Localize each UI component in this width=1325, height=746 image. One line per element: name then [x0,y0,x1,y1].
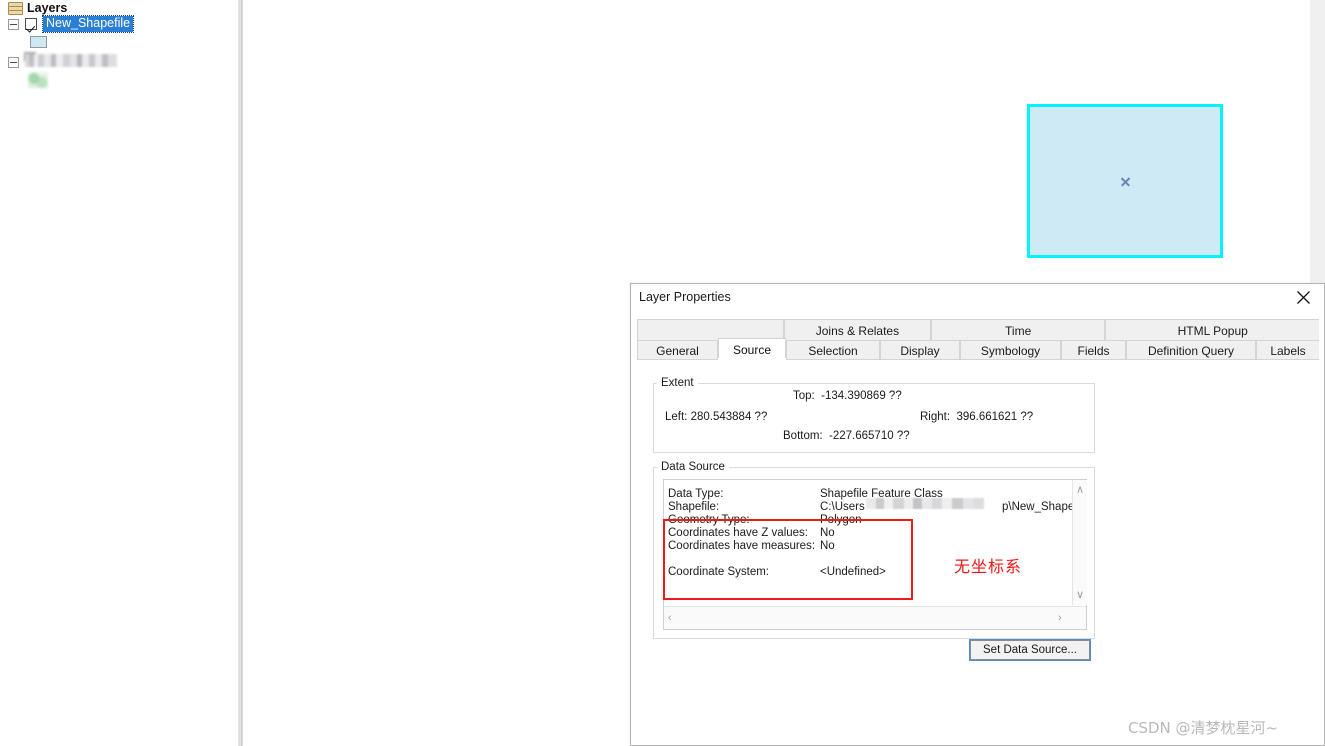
extent-right-label: Right: [920,411,951,423]
table-of-contents-panel[interactable]: Layers New_Shapefile [0,0,238,746]
row-value-path-tail: p\New_Shapefile.shp [1002,501,1072,513]
x-marker-icon [1120,176,1131,187]
data-source-horizontal-scrollbar[interactable]: ‹ › [664,606,1086,629]
tab-symbology[interactable]: Symbology [960,340,1061,360]
annotation-highlight-box [663,519,913,600]
scroll-up-icon[interactable]: ∧ [1076,485,1084,496]
layers-stack-icon [8,2,23,15]
layer-visibility-checkbox[interactable] [25,18,37,30]
annotation-text: 无坐标系 [954,557,1023,576]
active-tab-connector [718,358,786,361]
tab-time[interactable]: Time [930,319,1106,341]
tab-label: Fields [1077,343,1110,358]
extent-left-label: Left: [665,411,688,423]
extent-bottom: Bottom: -227.665710 ?? [783,430,910,442]
row-key: Shapefile: [668,501,720,513]
extent-top-label: Top: [793,390,815,402]
extent-left-value: 280.543884 ?? [690,411,768,423]
toc-root-label: Layers [27,1,68,15]
layer-symbol-swatch[interactable] [30,36,47,48]
tab-definition-query[interactable]: Definition Query [1126,340,1256,360]
scroll-down-icon[interactable]: ∨ [1076,590,1084,601]
extent-right: Right: 396.661621 ?? [920,411,1033,423]
close-icon[interactable] [1282,284,1324,311]
extent-top: Top: -134.390869 ?? [793,390,902,402]
tab-label: Symbology [980,343,1041,358]
tab-joins-and-relates[interactable]: Joins & Relates [783,319,931,341]
extent-bottom-label: Bottom: [783,430,823,442]
tab-label: HTML Popup [1177,323,1248,338]
watermark-text: CSDN @清梦枕星河~ [1128,719,1279,737]
tab-general[interactable]: General [637,340,718,360]
tab-label: Definition Query [1147,343,1235,358]
tab-html-popup[interactable]: HTML Popup [1105,319,1319,341]
tab-source[interactable]: Source [718,338,786,360]
redacted-path-segment [866,498,984,509]
data-source-group-legend: Data Source [657,461,729,473]
extent-group-legend: Extent [657,377,698,389]
tab-label: Selection [808,343,858,358]
tab-labels[interactable]: Labels [1256,340,1319,360]
layer-name-label[interactable]: New_Shapefile [41,15,135,33]
row-value: C:\Users [820,501,865,513]
toc-root-layers[interactable]: Layers [8,0,67,16]
dialog-tab-row-2[interactable]: General Source Selection Display Symbolo… [637,338,1319,360]
tab-label: Time [1005,323,1032,338]
extent-right-value: 396.661621 ?? [956,411,1034,423]
tab-fields[interactable]: Fields [1061,340,1126,360]
toc-layer-redacted[interactable] [8,54,19,70]
tab-label: Joins & Relates [815,323,900,338]
tab-label: Source [732,342,772,357]
redacted-layer-symbol [28,72,48,88]
redacted-layer-name [25,54,117,67]
extent-bottom-value: -227.665710 ?? [829,430,910,442]
data-source-vertical-scrollbar[interactable]: ∧ ∨ [1072,480,1087,605]
extent-left: Left: 280.543884 ?? [665,411,767,423]
tab-label: Labels [1270,343,1306,358]
tab-selection[interactable]: Selection [786,340,880,360]
set-data-source-button[interactable]: Set Data Source... [969,639,1091,661]
expander-collapse-icon-2[interactable] [8,56,19,68]
tab-label: Display [900,343,940,358]
scroll-left-icon[interactable]: ‹ [668,613,672,624]
extent-top-value: -134.390869 ?? [821,390,902,402]
scroll-right-icon[interactable]: › [1058,613,1062,624]
dialog-title: Layer Properties [639,290,731,304]
dialog-title-bar[interactable]: Layer Properties [631,284,1324,310]
tab-label: General [656,343,699,358]
toc-layer-new-shapefile[interactable]: New_Shapefile [8,15,135,33]
row-key: Data Type: [668,488,724,500]
tab-display[interactable]: Display [880,340,960,360]
expander-collapse-icon[interactable] [8,18,19,30]
